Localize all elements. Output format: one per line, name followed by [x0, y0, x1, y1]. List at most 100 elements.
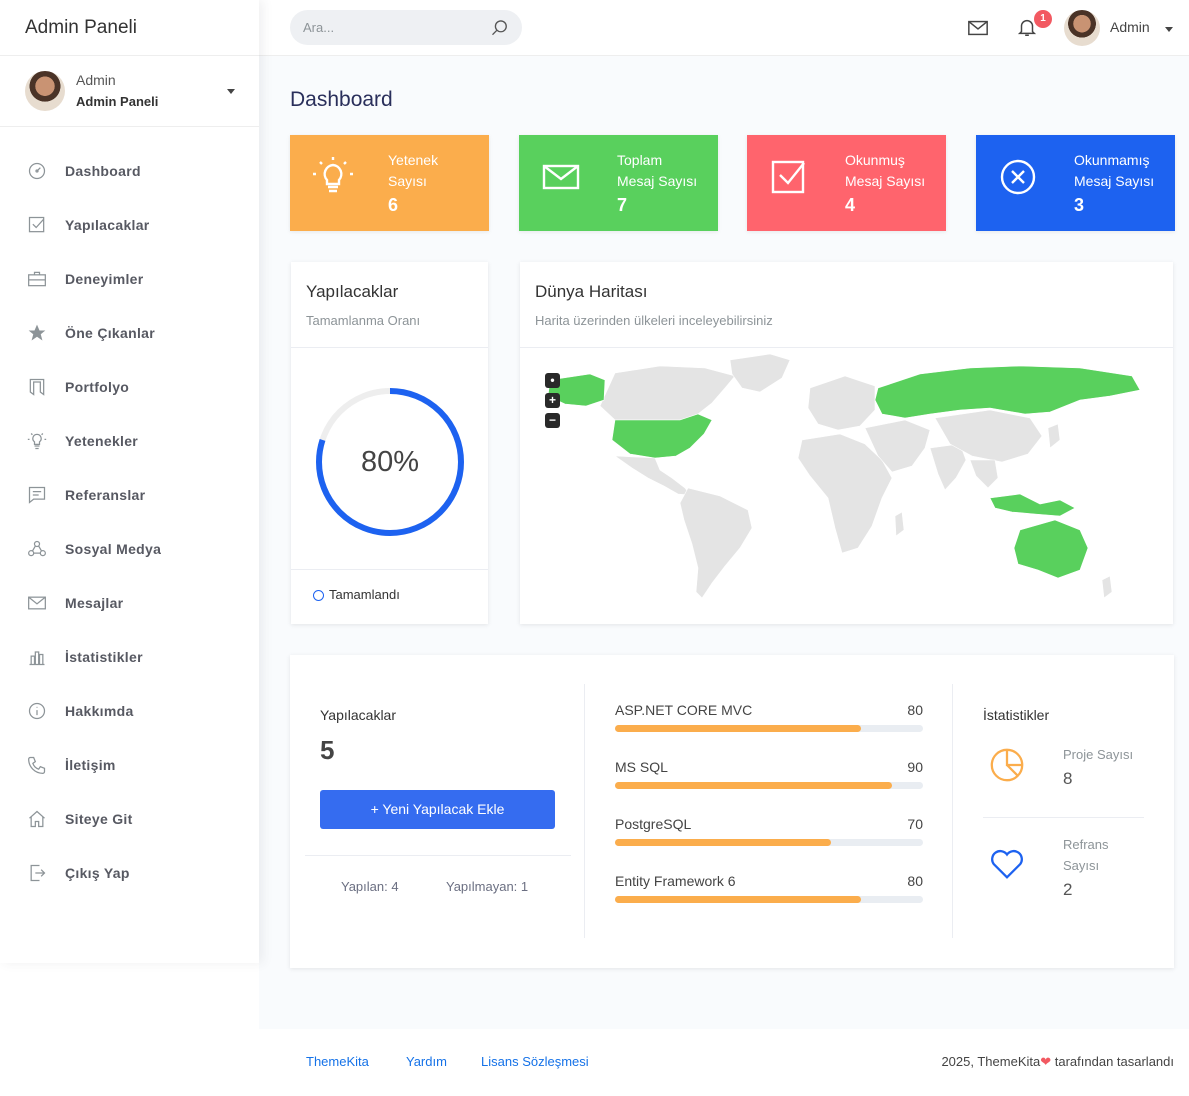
statistics-title: İstatistikler — [983, 707, 1050, 723]
footer-link-license[interactable]: Lisans Sözleşmesi — [481, 1054, 589, 1069]
sidebar-item-label: Çıkış Yap — [65, 865, 130, 881]
legend-dot — [313, 590, 324, 601]
sidebar-item-label: Mesajlar — [65, 595, 124, 611]
map-country-new-zealand — [1101, 575, 1113, 599]
map-zoom-in-button[interactable]: + — [545, 393, 560, 408]
sidebar-item-dashboard[interactable]: Dashboard — [0, 144, 259, 198]
references-label: Refrans Sayısı — [1063, 834, 1143, 876]
sidebar-item-label: Dashboard — [65, 163, 141, 179]
sidebar-item-label: Öne Çıkanlar — [65, 325, 155, 341]
todo-done-count: Yapılan: 4 — [341, 879, 399, 894]
skill-value: 80 — [907, 702, 923, 718]
footer-link-themekita[interactable]: ThemeKita — [306, 1054, 369, 1069]
skill-track — [615, 896, 923, 903]
checkbox-icon — [770, 157, 810, 201]
sidebar-item-iletisim[interactable]: İletişim — [0, 738, 259, 792]
map-country-australia — [1013, 519, 1089, 579]
sidebar-item-mesajlar[interactable]: Mesajlar — [0, 576, 259, 630]
summary-card: Yapılacaklar 5 + Yeni Yapılacak Ekle Yap… — [290, 655, 1174, 968]
stat-card-skills: Yetenek Sayısı 6 — [290, 135, 489, 231]
world-map-card: Dünya Haritası Harita üzerinden ülkeleri… — [520, 262, 1173, 624]
todo-title: Yapılacaklar — [320, 707, 397, 723]
sidebar-item-istatistikler[interactable]: İstatistikler — [0, 630, 259, 684]
stat-label: Mesaj Sayısı — [1074, 173, 1155, 189]
sidebar-item-deneyimler[interactable]: Deneyimler — [0, 252, 259, 306]
map-reset-button[interactable]: • — [545, 373, 560, 388]
search-icon[interactable] — [490, 18, 510, 38]
stat-label: Okunmuş — [845, 152, 905, 168]
sidebar-nav: Dashboard Yapılacaklar Deneyimler Öne Çı… — [0, 127, 259, 900]
map-country-united-states — [611, 413, 713, 459]
skill-value: 80 — [907, 873, 923, 889]
stat-value: 6 — [388, 195, 399, 215]
footer-copyright: 2025, ThemeKita❤ tarafından tasarlandı — [941, 1054, 1174, 1070]
progress-card: Yapılacaklar Tamamlanma Oranı 80% Tamaml… — [291, 262, 488, 624]
stat-card-total-messages: Toplam Mesaj Sayısı 7 — [519, 135, 718, 231]
sidebar-item-one-cikanlar[interactable]: Öne Çıkanlar — [0, 306, 259, 360]
star-icon — [26, 322, 48, 344]
sidebar-user-role: Admin Paneli — [76, 93, 159, 109]
sidebar-item-hakkimda[interactable]: Hakkımda — [0, 684, 259, 738]
add-todo-button[interactable]: + Yeni Yapılacak Ekle — [320, 790, 555, 829]
sidebar-item-portfolyo[interactable]: Portfolyo — [0, 360, 259, 414]
checkbox-icon — [26, 214, 48, 236]
skill-track — [615, 725, 923, 732]
sidebar-item-label: Siteye Git — [65, 811, 133, 827]
map-zoom-out-button[interactable]: − — [545, 413, 560, 428]
plus-icon: + — [370, 801, 383, 817]
stat-label: Toplam — [617, 152, 663, 168]
stat-label: Yetenek — [388, 152, 439, 168]
phone-icon — [26, 754, 48, 776]
page-title: Dashboard — [290, 88, 393, 111]
sidebar-item-label: İstatistikler — [65, 649, 143, 665]
portfolio-icon — [26, 376, 48, 398]
skill-fill — [615, 896, 862, 903]
sidebar-item-label: İletişim — [65, 757, 116, 773]
map-country-russia — [874, 365, 1141, 419]
copyright-text: 2025, ThemeKita — [941, 1054, 1041, 1069]
sidebar-item-cikis-yap[interactable]: Çıkış Yap — [0, 846, 259, 900]
message-icon — [26, 484, 48, 506]
map-country-mexico — [613, 455, 691, 496]
skill-value: 90 — [907, 759, 923, 775]
topbar-user-name[interactable]: Admin — [1110, 19, 1150, 35]
logout-icon — [26, 862, 48, 884]
topbar: 1 Admin — [259, 0, 1189, 56]
stat-label: Sayısı — [388, 173, 427, 189]
sidebar-item-yetenekler[interactable]: Yetenekler — [0, 414, 259, 468]
progress-percent: 80% — [360, 446, 420, 478]
references-label-line: Sayısı — [1063, 858, 1100, 873]
caret-down-icon[interactable] — [227, 89, 235, 94]
stat-label: Mesaj Sayısı — [845, 173, 926, 189]
map-country-india — [929, 443, 967, 491]
envelope-icon — [26, 592, 48, 614]
sidebar-item-siteye-git[interactable]: Siteye Git — [0, 792, 259, 846]
skill-track — [615, 839, 923, 846]
stat-value: 7 — [617, 195, 628, 215]
map-country-indonesia — [989, 493, 1076, 517]
heart-icon: ❤ — [1040, 1054, 1052, 1069]
card-subtitle: Tamamlanma Oranı — [306, 313, 421, 328]
sidebar-item-yapilacaklar[interactable]: Yapılacaklar — [0, 198, 259, 252]
skill-fill — [615, 839, 831, 846]
briefcase-icon — [26, 268, 48, 290]
envelope-icon[interactable] — [967, 17, 991, 41]
skill-name: PostgreSQL — [615, 816, 692, 832]
search-input[interactable] — [290, 10, 470, 45]
world-map[interactable] — [520, 348, 1173, 624]
sidebar-item-label: Yetenekler — [65, 433, 139, 449]
projects-value: 8 — [1063, 769, 1073, 788]
sidebar-item-sosyal-medya[interactable]: Sosyal Medya — [0, 522, 259, 576]
references-label-line: Refrans — [1063, 837, 1109, 852]
sidebar-item-label: Yapılacaklar — [65, 217, 150, 233]
caret-down-icon[interactable] — [1165, 27, 1173, 32]
footer-link-help[interactable]: Yardım — [406, 1054, 447, 1069]
sidebar-item-referanslar[interactable]: Referanslar — [0, 468, 259, 522]
sidebar-item-label: Deneyimler — [65, 271, 144, 287]
brand-title[interactable]: Admin Paneli — [0, 0, 259, 56]
info-icon — [26, 700, 48, 722]
skill-name: MS SQL — [615, 759, 668, 775]
sidebar-user[interactable]: Admin Admin Paneli — [0, 56, 259, 127]
avatar[interactable] — [1064, 10, 1100, 46]
notification-badge: 1 — [1034, 10, 1052, 28]
